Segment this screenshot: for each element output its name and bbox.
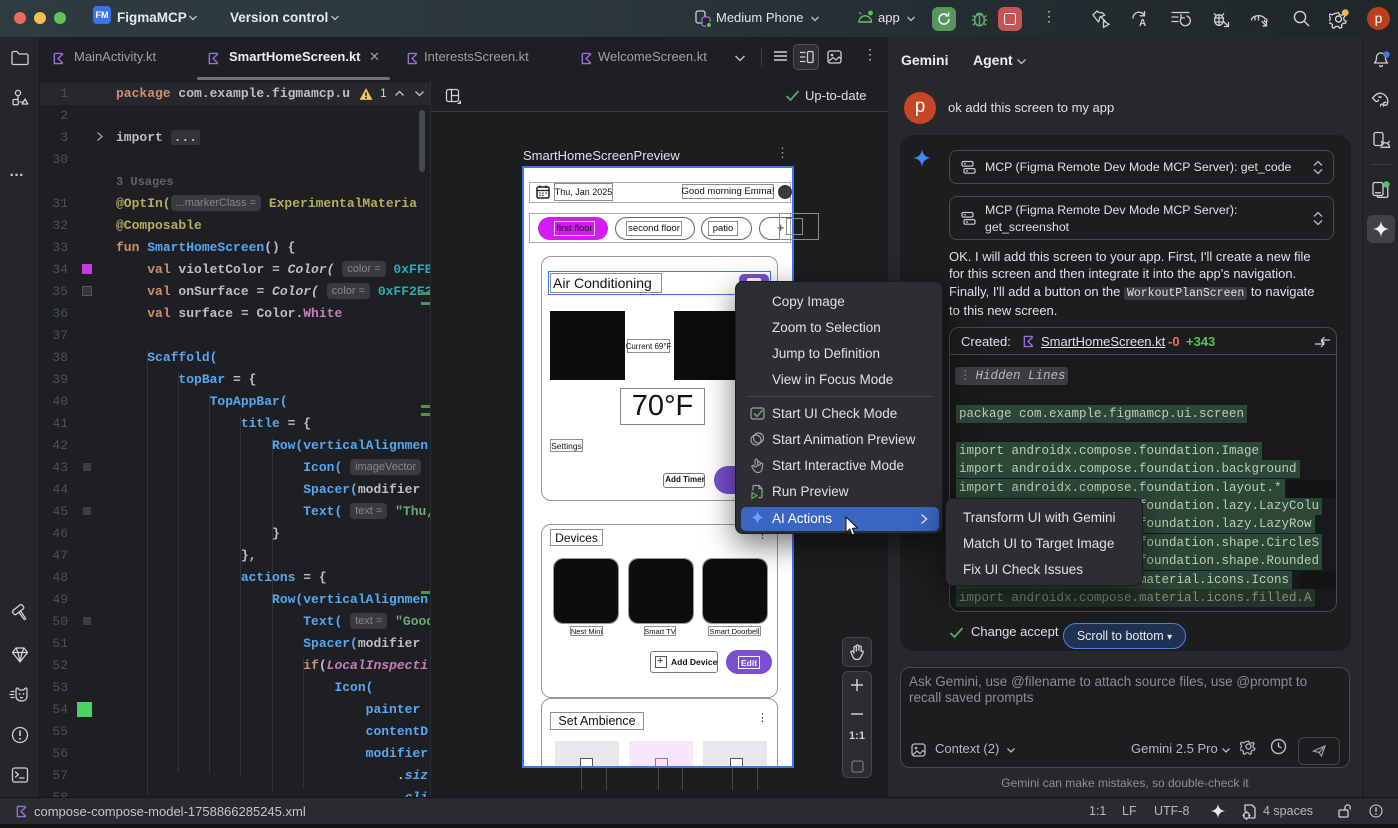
svg-text:A: A <box>1139 18 1146 29</box>
